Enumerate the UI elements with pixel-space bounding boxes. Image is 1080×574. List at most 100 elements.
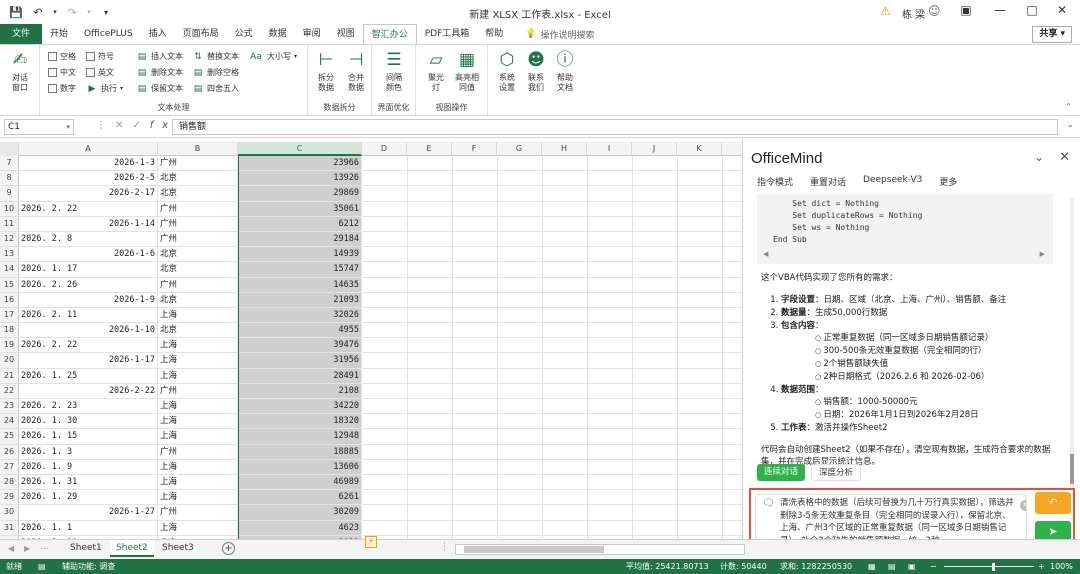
cell-empty[interactable] <box>362 156 742 172</box>
cell-region[interactable]: 广州 <box>158 231 238 248</box>
cell-region[interactable]: 广州 <box>158 156 238 172</box>
execute-button[interactable]: ▶ 执行 ▾ <box>86 83 123 94</box>
row-header[interactable]: 20 <box>0 353 19 369</box>
cell-region[interactable]: 广州 <box>158 201 238 217</box>
zoom-slider-thumb[interactable] <box>992 563 995 571</box>
menu-model[interactable]: Deepseek-V3 <box>863 175 922 188</box>
cell-sales[interactable]: 14939 <box>238 247 362 263</box>
cell-empty[interactable] <box>362 490 742 506</box>
chat-history[interactable]: Set dict = Nothing Set duplicateRows = N… <box>757 194 1057 488</box>
cell-date[interactable]: 2026. 2. 22 <box>19 338 158 354</box>
cell-region[interactable]: 上海 <box>158 338 238 354</box>
checkbox-number[interactable]: 数字 <box>48 83 76 94</box>
tab-view[interactable]: 视图 <box>329 24 363 44</box>
scroll-right-icon[interactable]: ▶ <box>1040 250 1045 258</box>
zoom-level[interactable]: 100% <box>1050 559 1073 574</box>
cell-date[interactable]: 2026-2-5 <box>19 171 158 187</box>
tab-file[interactable]: 文件 <box>0 24 43 44</box>
column-header-d[interactable]: D <box>362 142 407 156</box>
split-data-button[interactable]: ⊢ 拆分 数据 <box>311 49 341 93</box>
cell-date[interactable]: 2026-1-3 <box>19 156 158 172</box>
chevron-down-icon[interactable]: ⌄ <box>1034 150 1044 164</box>
menu-more[interactable]: 更多 <box>939 175 957 188</box>
row-header[interactable]: 31 <box>0 520 19 536</box>
cell-empty[interactable] <box>362 217 742 232</box>
row-header[interactable]: 21 <box>0 368 19 384</box>
delete-space-button[interactable]: ▤ 删除空格 <box>192 67 239 78</box>
expand-formula-icon[interactable]: ⌄ <box>1066 120 1074 130</box>
cell-date[interactable]: 2026. 1. 30 <box>19 414 158 430</box>
row-header[interactable]: 15 <box>0 277 19 293</box>
cell-sales[interactable]: 18885 <box>238 444 362 460</box>
more-sheets-icon[interactable]: ⋯ <box>40 544 58 553</box>
cell-region[interactable]: 上海 <box>158 399 238 415</box>
row-header[interactable]: 16 <box>0 292 19 308</box>
cell-empty[interactable] <box>362 293 742 308</box>
cell-date[interactable]: 2026. 2. 11 <box>19 307 158 324</box>
maximize-icon[interactable]: □ <box>1022 3 1042 17</box>
highlight-same-button[interactable]: ▦ 高亮相 同值 <box>452 49 482 93</box>
undo-icon[interactable]: ↶ <box>30 6 46 19</box>
add-sheet-icon[interactable]: + <box>222 542 235 555</box>
cell-date[interactable]: 2026. 1. 15 <box>19 429 158 445</box>
code-scrollbar[interactable]: ◀ ▶ <box>757 250 1053 260</box>
cell-date[interactable]: 2026. 1. 1 <box>19 520 158 536</box>
page-break-view-icon[interactable]: ▣ <box>908 559 916 574</box>
cell-empty[interactable] <box>362 323 742 339</box>
row-header[interactable]: 19 <box>0 338 19 354</box>
spotlight-button[interactable]: ▱ 聚光 灯 <box>421 49 451 93</box>
sheet-tab-3[interactable]: Sheet3 <box>156 540 200 557</box>
cell-sales[interactable]: 23966 <box>238 156 362 172</box>
prev-sheet-icon[interactable]: ◀ <box>8 544 24 553</box>
cell-sales[interactable]: 6261 <box>238 490 362 506</box>
split-handle-icon[interactable]: ⋮ <box>440 542 449 552</box>
cell-region[interactable]: 上海 <box>158 368 238 384</box>
macro-record-icon[interactable]: ▤ <box>38 559 46 574</box>
share-button[interactable]: 共享 ▾ <box>1032 26 1072 43</box>
case-button[interactable]: Aa 大小写 ▾ <box>248 51 297 62</box>
cell-sales[interactable]: 35061 <box>238 201 362 217</box>
close-icon[interactable]: ✕ <box>1059 150 1070 165</box>
row-header[interactable]: 24 <box>0 414 19 430</box>
row-header[interactable]: 12 <box>0 231 19 248</box>
user-avatar-icon[interactable]: ☺ <box>928 4 941 18</box>
column-header-i[interactable]: I <box>587 142 632 156</box>
close-window-icon[interactable]: ✕ <box>1052 3 1072 17</box>
row-header[interactable]: 25 <box>0 429 19 445</box>
cell-empty[interactable] <box>362 171 742 187</box>
cell-empty[interactable] <box>362 232 742 248</box>
cell-date[interactable]: 2026-1-14 <box>19 216 158 232</box>
replace-text-button[interactable]: ⇅ 替换文本 <box>192 51 239 62</box>
zoom-slider[interactable] <box>944 566 1034 567</box>
cell-date[interactable]: 2026. 2. 26 <box>19 277 158 293</box>
cell-date[interactable]: 2026. 1. 9 <box>19 459 158 475</box>
cell-region[interactable]: 广州 <box>158 216 238 232</box>
more-icon[interactable]: ⋮ <box>96 120 115 131</box>
sheet-tab-2[interactable]: Sheet2 <box>110 540 154 557</box>
column-header-j[interactable]: J <box>632 142 677 156</box>
column-header-e[interactable]: E <box>407 142 452 156</box>
row-header[interactable]: 22 <box>0 383 19 399</box>
row-header[interactable]: 9 <box>0 186 19 202</box>
cell-region[interactable]: 上海 <box>158 474 238 491</box>
cell-date[interactable]: 2026. 1. 31 <box>19 474 158 491</box>
continue-chat-button[interactable]: 连续对话 <box>757 464 806 481</box>
column-header-g[interactable]: G <box>497 142 542 156</box>
column-header-a[interactable]: A <box>19 142 158 156</box>
confirm-icon[interactable]: ✓ <box>132 120 149 131</box>
cell-region[interactable]: 北京 <box>158 262 238 278</box>
undo-dropdown-icon[interactable]: ▾ <box>52 8 58 16</box>
cell-empty[interactable] <box>362 399 742 415</box>
cell-sales[interactable]: 13606 <box>238 459 362 475</box>
row-header[interactable]: 18 <box>0 323 19 339</box>
select-all-corner[interactable] <box>0 142 19 156</box>
zoom-in-icon[interactable]: + <box>1038 559 1045 574</box>
cell-region[interactable]: 北京 <box>158 247 238 263</box>
cell-sales[interactable]: 30209 <box>238 505 362 521</box>
cell-empty[interactable] <box>362 338 742 354</box>
formula-input[interactable]: 销售额 <box>172 119 1058 135</box>
scroll-left-icon[interactable]: ◀ <box>763 250 768 258</box>
cell-empty[interactable] <box>362 262 742 278</box>
tab-help[interactable]: 帮助 <box>477 24 511 44</box>
merge-data-button[interactable]: ⊣ 合并 数据 <box>341 49 371 93</box>
